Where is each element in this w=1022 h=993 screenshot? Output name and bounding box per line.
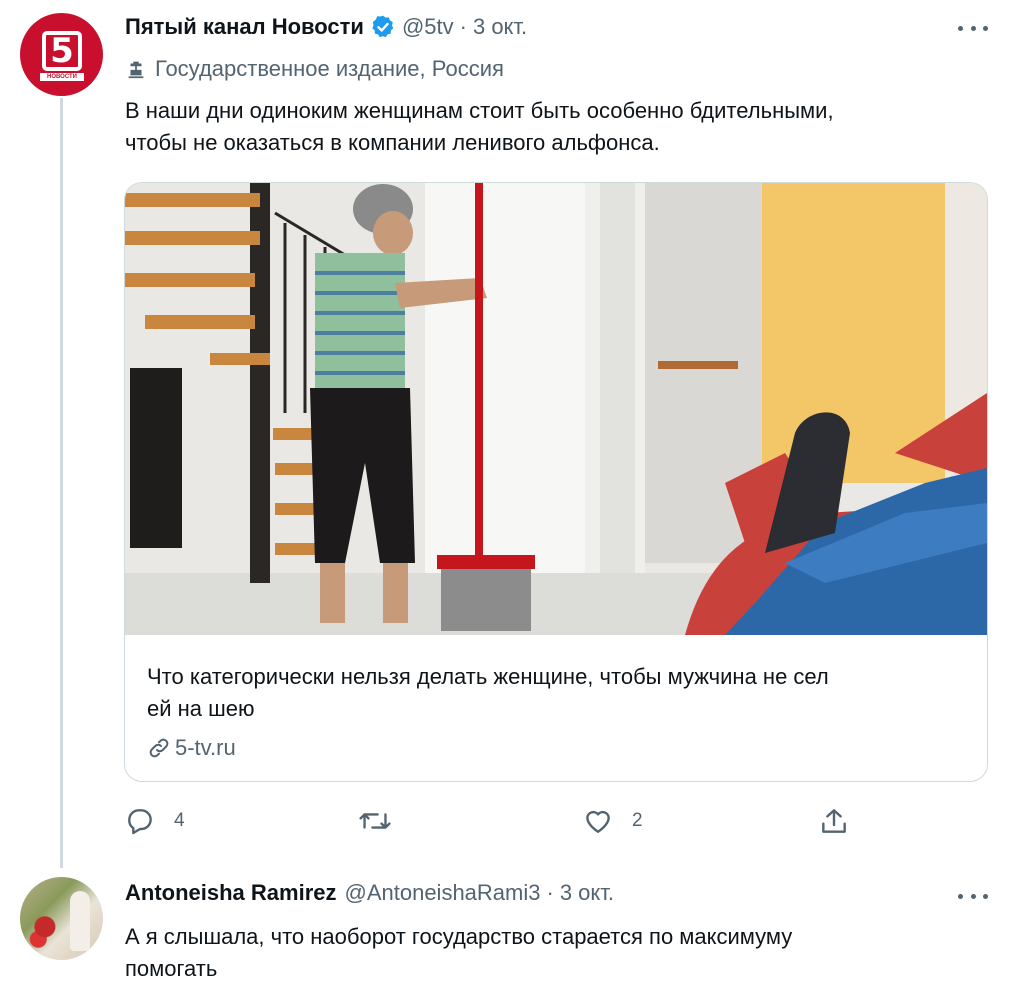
tweet-header: Пятый канал Новости @5tv · 3 окт. [125,14,527,40]
card-domain-text: 5-tv.ru [175,735,236,760]
card-title[interactable]: Что категорически нельзя делать женщине,… [147,661,947,725]
avatar-figure [70,891,90,951]
more-icon[interactable] [958,18,988,38]
reply-text-line: помогать [125,956,218,981]
reply-text: А я слышала, что наоборот государство ст… [125,921,792,985]
more-icon[interactable] [958,886,988,906]
share-icon [822,809,846,833]
reply-icon [128,809,152,835]
verified-badge-icon [372,15,394,38]
state-media-icon [128,61,144,79]
reply-text-line: А я слышала, что наоборот государство ст… [125,924,793,949]
tweet-date[interactable]: 3 окт. [473,14,527,40]
reply-author-name[interactable]: Antoneisha Ramirez [125,880,337,906]
like-count: 2 [632,810,643,831]
avatar-5tv[interactable]: 5 НОВОСТИ [20,13,103,96]
card-photo [125,183,987,635]
card-title-line: Что категорически нельзя делать женщине,… [147,664,829,689]
link-icon [149,738,169,758]
share-button[interactable] [818,805,850,837]
reply-date[interactable]: 3 окт. [560,880,614,906]
tweet-text: В наши дни одиноким женщинам стоит быть … [125,95,834,159]
state-media-label[interactable]: Государственное издание, Россия [125,56,504,82]
link-card[interactable]: Что категорически нельзя делать женщине,… [124,182,988,782]
retweet-button[interactable] [358,805,410,837]
card-domain[interactable]: 5-tv.ru [147,735,236,761]
heart-icon [586,810,610,833]
card-title-line: ей на шею [147,696,255,721]
card-image[interactable] [125,183,987,635]
separator-dot: · [546,880,554,905]
reply-author-handle[interactable]: @AntoneishaRami3 [345,880,541,906]
reply-button[interactable]: 4 [124,805,185,837]
state-media-text: Государственное издание, Россия [155,56,504,81]
channel-logo: 5 [42,31,82,71]
tweet-actions: 4 2 [124,805,988,841]
separator-dot: · [459,14,467,39]
author-handle[interactable]: @5tv [402,14,454,40]
thread-connector-line [60,98,63,868]
tweet-text-line: В наши дни одиноким женщинам стоит быть … [125,98,834,123]
author-name[interactable]: Пятый канал Новости [125,14,364,40]
retweet-icon [359,813,391,829]
logo-subtitle: НОВОСТИ [40,73,84,81]
reply-header: Antoneisha Ramirez @AntoneishaRami3 · 3 … [125,880,614,906]
like-button[interactable]: 2 [582,805,643,837]
avatar-antoneisha[interactable] [20,877,103,960]
reply-count: 4 [174,810,185,831]
logo-number: 5 [50,31,74,71]
tweet-text-line: чтобы не оказаться в компании ленивого а… [125,130,660,155]
